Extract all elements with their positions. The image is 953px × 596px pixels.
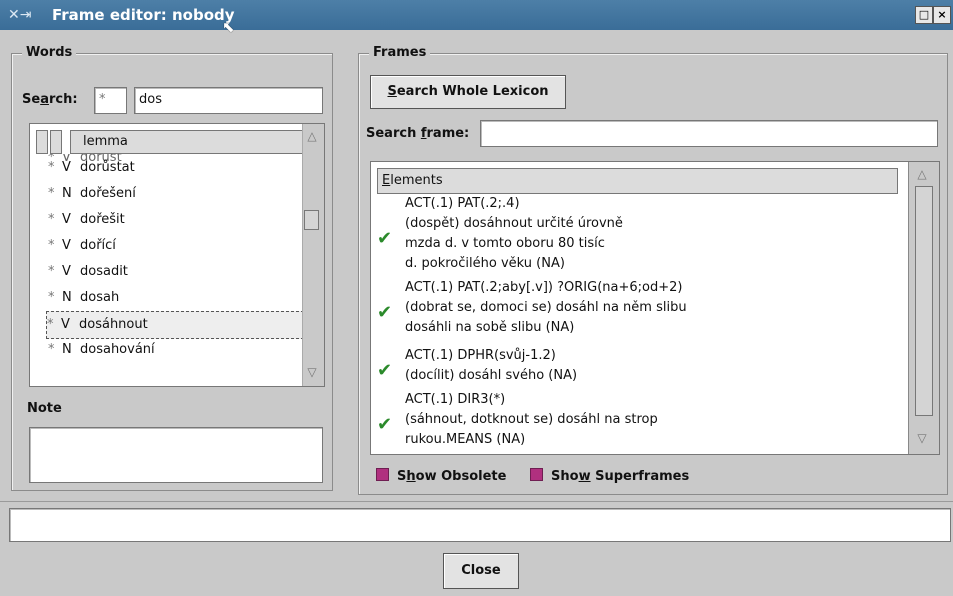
frame-line: (dospět) dosáhnout určité úrovně <box>405 216 623 231</box>
frame-line: ACT(.1) DIR3(*) <box>405 392 506 407</box>
check-icon: ✔ <box>377 302 393 323</box>
check-icon: ✔ <box>377 228 393 249</box>
scroll-thumb[interactable] <box>915 186 933 416</box>
lemma-star: * <box>48 290 55 305</box>
lemma-pos: V <box>62 238 71 253</box>
list-item[interactable]: * Vdořešit <box>48 207 318 233</box>
lemma-star: * <box>48 342 55 357</box>
lemma-star: * <box>48 264 55 279</box>
scroll-down-icon[interactable]: ▽ <box>915 430 929 446</box>
list-item[interactable]: * Vdořící <box>48 233 318 259</box>
lemma-text: dořešit <box>80 212 125 227</box>
lemma-pos: V <box>61 317 70 332</box>
lemma-pos: V <box>62 160 71 175</box>
lemma-text: dořešení <box>80 186 136 201</box>
title-bar: ✕⇥ Frame editor: nobody ⬉ □ × <box>0 0 953 36</box>
search-frame-label: Search frame: <box>366 126 470 141</box>
scroll-up-icon[interactable]: △ <box>915 166 929 182</box>
frame-line: mzda d. v tomto oboru 80 tisíc <box>405 236 605 251</box>
lemma-text: dosah <box>80 290 120 305</box>
check-icon: ✔ <box>377 414 393 435</box>
divider <box>0 501 953 502</box>
search-prefix-input[interactable]: * <box>94 87 127 114</box>
frame-line: (sáhnout, dotknout se) dosáhl na strop <box>405 412 658 427</box>
words-panel: Words Search: * dos lemma * Vdorůst * Vdorů… <box>9 35 336 495</box>
frames-panel: Frames Search Whole Lexicon Search frame… <box>346 35 950 495</box>
app-icon: ✕⇥ <box>8 7 32 23</box>
list-item[interactable]: * Vdosáhnout <box>46 311 324 339</box>
frames-list[interactable]: Elements ✔ ACT(.1) PAT(.2;.4) (dospět) dos… <box>370 161 940 455</box>
search-whole-lexicon-button[interactable]: Search Whole Lexicon <box>370 75 566 109</box>
frame-line: ACT(.1) PAT(.2;aby[.v]) ?ORIG(na+6;od+2) <box>405 280 683 295</box>
show-superframes-label: Show Superframes <box>551 469 690 484</box>
scroll-up-icon[interactable]: △ <box>305 128 319 144</box>
list-item[interactable]: * Ndořešení <box>48 181 318 207</box>
maximize-button[interactable]: □ <box>915 6 933 24</box>
frame-line: rukou.MEANS (NA) <box>405 432 526 447</box>
lemma-text: dosáhnout <box>79 317 148 332</box>
list-item[interactable]: * Vdorůstat <box>48 155 318 181</box>
scroll-thumb[interactable] <box>304 210 319 230</box>
lemma-pos: V <box>62 212 71 227</box>
frame-line: ACT(.1) DPHR(svůj-1.2) <box>405 348 556 363</box>
scroll-down-icon[interactable]: ▽ <box>305 364 319 380</box>
show-obsolete-label: Show Obsolete <box>397 469 507 484</box>
lemma-pos: N <box>62 290 72 305</box>
search-label: Search: <box>22 92 78 107</box>
frame-line: (docílit) dosáhl svého (NA) <box>405 368 578 383</box>
lemma-star: * <box>48 186 55 201</box>
list-item[interactable]: * Vdosadit <box>48 259 318 285</box>
mouse-cursor-icon: ⬉ <box>222 18 235 36</box>
close-button[interactable]: Close <box>443 553 519 589</box>
show-superframes-toggle[interactable]: Show Superframes <box>530 468 689 484</box>
lemma-text: dořící <box>80 238 116 253</box>
window-title: Frame editor: nobody <box>52 6 235 24</box>
frames-legend: Frames <box>369 45 431 60</box>
lemma-list[interactable]: lemma * Vdorůst * Vdorůstat * Ndořešení * Vdoře… <box>29 123 325 387</box>
lemma-text: dosahování <box>80 342 155 357</box>
words-legend: Words <box>22 45 77 60</box>
list-item[interactable]: * Ndosahování <box>48 337 318 363</box>
lemma-column-header[interactable]: lemma <box>70 130 317 154</box>
lemma-pos: N <box>62 186 72 201</box>
lemma-text: dosadit <box>80 264 128 279</box>
list-item[interactable]: * Ndosah <box>48 285 318 311</box>
lemma-star: * <box>48 238 55 253</box>
column-header-segment[interactable] <box>50 130 62 154</box>
show-obsolete-toggle[interactable]: Show Obsolete <box>376 468 506 484</box>
column-header-segment[interactable] <box>36 130 48 154</box>
lemma-star: * <box>48 160 55 175</box>
lemma-pos: V <box>62 264 71 279</box>
status-input[interactable] <box>9 508 951 542</box>
elements-column-header[interactable]: Elements <box>377 168 898 194</box>
checkbox-icon[interactable] <box>530 468 543 481</box>
frame-line: ACT(.1) PAT(.2;.4) <box>405 196 520 211</box>
note-label: Note <box>27 401 62 416</box>
lemma-text: dorůstat <box>80 160 135 175</box>
frame-line: d. pokročilého věku (NA) <box>405 256 565 271</box>
checkbox-icon[interactable] <box>376 468 389 481</box>
frame-line: (dobrat se, domoci se) dosáhl na něm sli… <box>405 300 687 315</box>
search-frame-input[interactable] <box>480 120 938 147</box>
check-icon: ✔ <box>377 360 393 381</box>
lemma-star: * <box>47 317 54 332</box>
lemma-star: * <box>48 212 55 227</box>
close-window-button[interactable]: × <box>933 6 951 24</box>
lemma-scrollbar[interactable]: △ ▽ <box>302 124 324 386</box>
frame-line: dosáhli na sobě slibu (NA) <box>405 320 575 335</box>
search-input[interactable]: dos <box>134 87 323 114</box>
note-field[interactable] <box>29 427 323 483</box>
lemma-pos: N <box>62 342 72 357</box>
frames-scrollbar[interactable]: △ ▽ <box>908 162 939 454</box>
